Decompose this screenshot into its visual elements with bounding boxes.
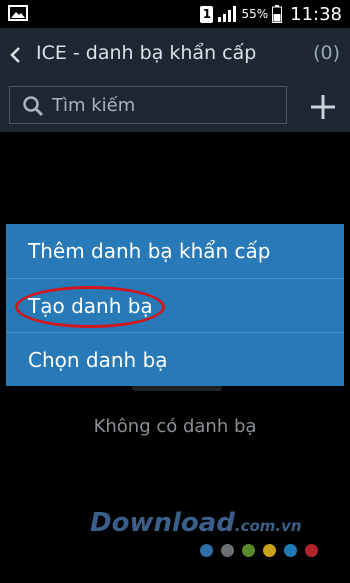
search-row: [0, 82, 350, 132]
red-highlight-circle: [15, 286, 165, 328]
menu-item-select-contact[interactable]: Chọn danh bạ: [6, 332, 344, 386]
contact-count: (0): [313, 42, 340, 64]
add-contact-popup-menu: Thêm danh bạ khẩn cấp Tạo danh bạ Chọn d…: [6, 224, 344, 386]
battery-percent: 55%: [241, 7, 269, 21]
add-icon[interactable]: [310, 94, 336, 120]
watermark-dot: [221, 544, 234, 557]
signal-icon: [218, 6, 237, 22]
status-indicators: 1 55% 11:38: [200, 0, 342, 28]
gallery-notification-icon: [8, 5, 28, 21]
sim-slot-badge: 1: [200, 5, 214, 23]
clock: 11:38: [290, 3, 342, 25]
battery-icon: [272, 5, 283, 23]
search-input[interactable]: [52, 91, 277, 119]
watermark-dot: [242, 544, 255, 557]
watermark-dot: [305, 544, 318, 557]
back-chevron-icon[interactable]: [8, 46, 22, 64]
menu-item-create-contact[interactable]: Tạo danh bạ: [6, 278, 344, 332]
action-bar: ICE - danh bạ khẩn cấp (0): [0, 28, 350, 82]
download-watermark-logo: Download.com.vn: [90, 508, 302, 538]
watermark-dot: [200, 544, 213, 557]
watermark-dot: [263, 544, 276, 557]
search-box[interactable]: [9, 86, 287, 124]
status-bar: 1 55% 11:38: [0, 0, 350, 28]
search-icon: [23, 96, 44, 117]
menu-item-label: Chọn danh bạ: [28, 347, 168, 372]
menu-item-label: Thêm danh bạ khẩn cấp: [28, 239, 271, 263]
watermark-main: Download: [90, 508, 235, 538]
watermark-suffix: .com.vn: [234, 517, 302, 535]
watermark-dot: [284, 544, 297, 557]
watermark-dots: [200, 544, 318, 557]
empty-state-text: Không có danh bạ: [93, 416, 257, 437]
page-title: ICE - danh bạ khẩn cấp: [36, 42, 257, 64]
menu-item-add-emergency-contact[interactable]: Thêm danh bạ khẩn cấp: [6, 224, 344, 278]
